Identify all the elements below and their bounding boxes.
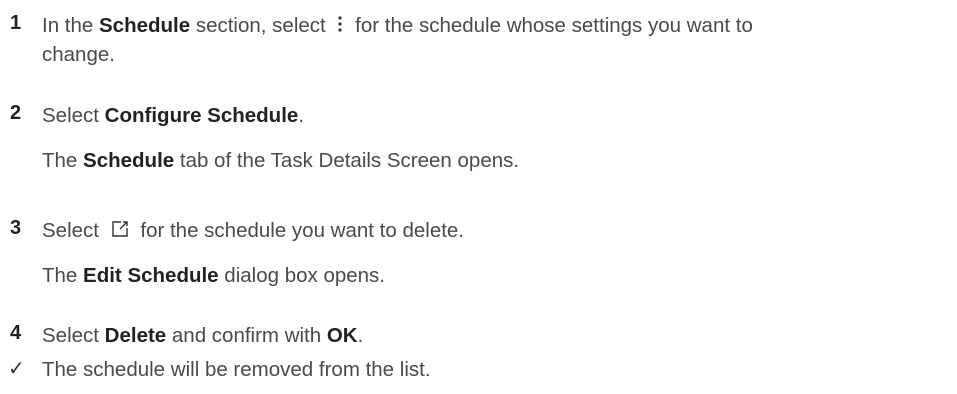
- text-run: .: [357, 324, 364, 347]
- step-text: In the Schedule section, select for the …: [42, 12, 753, 69]
- text-run: and confirm with: [166, 324, 327, 347]
- step-number: 3: [10, 217, 22, 239]
- ui-term: Configure Schedule: [104, 104, 299, 127]
- text-run: dialog box opens.: [218, 264, 385, 287]
- text-run: The: [42, 149, 84, 172]
- step-text: Select for the schedule you want to dele…: [42, 217, 464, 246]
- text-run: section, select: [190, 14, 332, 37]
- ui-term: Schedule: [83, 149, 175, 172]
- ui-term: Schedule: [99, 14, 191, 37]
- text-run: change.: [42, 42, 115, 66]
- edit-icon: [111, 218, 129, 246]
- text-run: Select: [42, 104, 105, 127]
- step-2: 2 Select Configure Schedule.: [0, 102, 304, 130]
- step-number: 1: [10, 12, 22, 34]
- text-run: Select: [42, 219, 105, 242]
- step-number: 4: [10, 322, 22, 344]
- text-run: for the schedule you want to delete.: [134, 219, 465, 242]
- step-text: Select Delete and confirm with OK.: [42, 322, 363, 350]
- text-run: In the: [42, 14, 99, 37]
- more-vertical-icon: [337, 13, 343, 41]
- text-run: tab of the Task Details Screen opens.: [174, 149, 520, 172]
- text-run: for the schedule whose settings you want…: [349, 14, 753, 37]
- step-3: 3 Select for the schedule you want to de…: [0, 217, 464, 246]
- step-number: 2: [10, 102, 22, 124]
- step-3-result: The Edit Schedule dialog box opens.: [42, 262, 385, 290]
- ui-term: Edit Schedule: [83, 264, 219, 287]
- outcome-text: The schedule will be removed from the li…: [42, 358, 431, 381]
- text-run: .: [298, 104, 305, 127]
- checkmark-icon: ✓: [8, 358, 25, 380]
- step-2-result: The Schedule tab of the Task Details Scr…: [42, 147, 519, 175]
- ui-term: Delete: [104, 324, 167, 347]
- text-run: Select: [42, 324, 105, 347]
- instruction-document: 1 In the Schedule section, select for th…: [0, 0, 957, 394]
- step-4: 4 Select Delete and confirm with OK.: [0, 322, 363, 350]
- text-run: The: [42, 264, 84, 287]
- outcome: ✓ The schedule will be removed from the …: [0, 356, 431, 384]
- ui-term: OK: [326, 324, 358, 347]
- step-1: 1 In the Schedule section, select for th…: [0, 12, 753, 69]
- step-text: Select Configure Schedule.: [42, 102, 304, 130]
